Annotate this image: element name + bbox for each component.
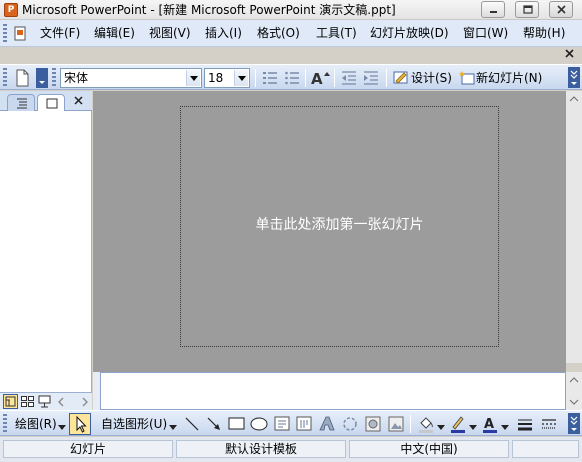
formatting-toolbar: 宋体 18 A 设计(S) 新幻灯片(N): [0, 64, 582, 90]
font-name-value: 宋体: [64, 71, 89, 85]
menu-bar: 文件(F) 编辑(E) 视图(V) 插入(I) 格式(O) 工具(T) 幻灯片放…: [0, 20, 582, 47]
slide-sorter-icon[interactable]: [20, 394, 35, 409]
numbered-list-icon[interactable]: [261, 69, 279, 87]
rectangle-tool-icon[interactable]: [227, 414, 247, 434]
svg-text:A: A: [311, 70, 323, 87]
text-box-icon[interactable]: [272, 414, 292, 434]
menu-tools[interactable]: 工具(T): [316, 26, 357, 40]
arrow-tool-icon[interactable]: [204, 414, 224, 434]
slide-placeholder[interactable]: 单击此处添加第一张幻灯片: [180, 106, 499, 347]
window-title: Microsoft PowerPoint - [新建 Microsoft Pow…: [22, 3, 396, 17]
dash-style-icon[interactable]: [539, 414, 559, 434]
notes-pane[interactable]: [100, 372, 566, 410]
toolbar-options-icon[interactable]: [36, 68, 48, 88]
slide-placeholder-text[interactable]: 单击此处添加第一张幻灯片: [181, 215, 498, 235]
toolbar-separator: [386, 69, 387, 87]
status-design-template: 默认设计模板: [176, 440, 346, 458]
autoshapes-menu-button[interactable]: 自选图形(U): [101, 417, 167, 431]
line-tool-icon[interactable]: [182, 414, 202, 434]
font-toolbar-grip[interactable]: [52, 68, 56, 87]
notes-gutter: [93, 372, 100, 410]
svg-text:A: A: [484, 417, 494, 432]
minimize-button[interactable]: [481, 1, 505, 18]
wordart-icon[interactable]: [317, 414, 337, 434]
font-color-icon[interactable]: A: [481, 414, 499, 434]
diagram-icon[interactable]: [340, 414, 360, 434]
maximize-button[interactable]: [515, 1, 539, 18]
increase-indent-icon[interactable]: [362, 69, 380, 87]
normal-view-icon[interactable]: [3, 394, 18, 409]
toolbar-grip[interactable]: [3, 68, 7, 87]
menu-edit[interactable]: 编辑(E): [94, 26, 135, 40]
draw-menu-button[interactable]: 绘图(R): [15, 417, 57, 431]
design-icon[interactable]: [392, 69, 410, 87]
new-slide-button[interactable]: 新幻灯片(N): [476, 71, 542, 85]
font-size-value: 18: [208, 71, 224, 85]
title-bar[interactable]: P Microsoft PowerPoint - [新建 Microsoft P…: [0, 0, 582, 20]
line-color-icon[interactable]: [449, 414, 467, 434]
close-button[interactable]: [549, 1, 573, 18]
view-buttons-bar: [0, 392, 92, 410]
new-slide-icon[interactable]: [458, 69, 476, 87]
toolbar-separator: [255, 69, 256, 87]
oval-tool-icon[interactable]: [249, 414, 269, 434]
toolbar-separator: [410, 415, 411, 433]
menu-file[interactable]: 文件(F): [40, 26, 80, 40]
tab-outline[interactable]: [7, 94, 35, 111]
decrease-indent-icon[interactable]: [340, 69, 358, 87]
chevron-down-icon[interactable]: [169, 420, 177, 430]
status-empty-cell: [512, 440, 579, 458]
tab-slides[interactable]: [37, 94, 65, 111]
new-document-icon[interactable]: [12, 68, 32, 88]
insert-picture-icon[interactable]: [386, 414, 406, 434]
increase-font-size-icon[interactable]: A: [310, 69, 330, 88]
drawing-toolbar: 绘图(R) 自选图形(U) A: [0, 410, 582, 436]
pane-splitter[interactable]: [93, 363, 566, 372]
line-style-icon[interactable]: [515, 414, 535, 434]
drawing-toolbar-overflow-icon[interactable]: [568, 413, 580, 434]
chevron-down-icon[interactable]: [437, 420, 445, 430]
chevron-down-icon[interactable]: [186, 70, 200, 86]
outline-slides-pane[interactable]: [0, 91, 92, 392]
design-button[interactable]: 设计(S): [411, 71, 452, 85]
drawing-toolbar-grip[interactable]: [3, 414, 7, 433]
toolbar-separator: [305, 69, 306, 87]
scroll-right-icon[interactable]: [80, 396, 90, 408]
menu-grip[interactable]: [3, 24, 7, 43]
vertical-text-box-icon[interactable]: [294, 414, 314, 434]
font-name-dropdown[interactable]: 宋体: [60, 68, 202, 88]
vertical-scrollbar[interactable]: [566, 91, 582, 363]
status-bar: 幻灯片 默认设计模板 中文(中国): [0, 437, 582, 462]
toolbar-overflow-icon[interactable]: [568, 67, 580, 88]
menu-insert[interactable]: 插入(I): [205, 26, 242, 40]
chevron-down-icon[interactable]: [469, 420, 477, 430]
clip-art-icon[interactable]: [363, 414, 383, 434]
powerpoint-icon[interactable]: P: [4, 3, 18, 17]
font-size-dropdown[interactable]: 18: [204, 68, 250, 88]
notes-scrollbar[interactable]: [566, 372, 582, 410]
document-icon[interactable]: [13, 26, 29, 42]
menu-window[interactable]: 窗口(W): [463, 26, 508, 40]
status-slide-indicator: 幻灯片: [3, 440, 173, 458]
pane-tabs: [0, 91, 92, 111]
close-pane-icon[interactable]: [72, 94, 86, 108]
select-objects-icon[interactable]: [69, 413, 91, 435]
fill-color-icon[interactable]: [417, 414, 435, 434]
menu-help[interactable]: 帮助(H): [523, 26, 565, 40]
toolbar-separator: [334, 69, 335, 87]
chevron-down-icon[interactable]: [58, 420, 66, 430]
slideshow-icon[interactable]: [37, 394, 52, 409]
status-language: 中文(中国): [349, 440, 509, 458]
chevron-down-icon[interactable]: [234, 70, 248, 86]
scroll-left-icon[interactable]: [56, 396, 66, 408]
bulleted-list-icon[interactable]: [283, 69, 301, 87]
menu-slideshow[interactable]: 幻灯片放映(D): [370, 26, 449, 40]
menu-format[interactable]: 格式(O): [257, 26, 300, 40]
close-document-icon[interactable]: [563, 47, 577, 61]
menu-view[interactable]: 视图(V): [149, 26, 191, 40]
chevron-down-icon[interactable]: [501, 420, 509, 430]
